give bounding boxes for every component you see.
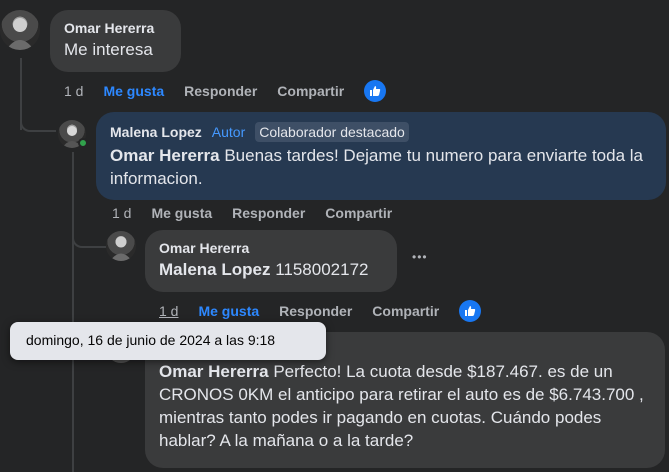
comment-time[interactable]: 1 d <box>64 83 83 99</box>
comment-text: Omar Hererra Buenas tardes! Dejame tu nu… <box>110 144 652 190</box>
avatar[interactable] <box>0 10 40 50</box>
thread-curve-2 <box>72 226 106 248</box>
comment-actions: 1 d Me gusta Responder Compartir <box>64 80 387 102</box>
mention[interactable]: Omar Hererra <box>159 362 269 381</box>
share-button[interactable]: Compartir <box>325 205 392 221</box>
thread-curve-1 <box>20 110 56 132</box>
share-button[interactable]: Compartir <box>277 83 344 99</box>
comment-actions: 1 d Me gusta Responder Compartir <box>159 300 482 322</box>
more-options-icon[interactable]: ••• <box>412 250 428 264</box>
comment-bubble-highlight: Malena Lopez Autor Colaborador destacado… <box>96 112 666 200</box>
comment-author[interactable]: Malena Lopez <box>110 124 202 140</box>
reply-button[interactable]: Responder <box>232 205 305 221</box>
share-button[interactable]: Compartir <box>372 303 439 319</box>
author-badge: Autor <box>211 124 246 140</box>
mention[interactable]: Malena Lopez <box>159 260 270 279</box>
comment-bubble: Omar Hererra Malena Lopez 1158002172 <box>145 230 397 292</box>
comment-text: Omar Hererra Perfecto! La cuota desde $1… <box>159 360 651 452</box>
like-thumb-icon[interactable] <box>459 300 482 322</box>
comment-text: Me interesa <box>64 40 153 59</box>
like-button[interactable]: Me gusta <box>198 303 259 319</box>
comment-author[interactable]: Omar Hererra <box>159 240 383 256</box>
comment-header: Malena Lopez Autor Colaborador destacado <box>110 122 652 142</box>
avatar[interactable] <box>106 231 136 261</box>
reply-button[interactable]: Responder <box>184 83 257 99</box>
like-button[interactable]: Me gusta <box>103 83 164 99</box>
top-contributor-badge: Colaborador destacado <box>255 122 409 142</box>
comment-time[interactable]: 1 d <box>159 303 178 319</box>
online-status-dot <box>78 138 88 148</box>
comment-text: Malena Lopez 1158002172 <box>159 258 383 281</box>
comment-actions: 1 d Me gusta Responder Compartir <box>112 205 412 221</box>
comment-author[interactable]: Omar Hererra <box>64 20 167 36</box>
thread-line-secondary <box>72 152 74 472</box>
mention[interactable]: Omar Hererra <box>110 146 220 165</box>
reply-button[interactable]: Responder <box>279 303 352 319</box>
like-thumb-icon[interactable] <box>364 80 387 102</box>
like-button[interactable]: Me gusta <box>151 205 212 221</box>
comment-bubble: Omar Hererra Me interesa <box>50 10 181 72</box>
comment-body: 1158002172 <box>270 260 369 279</box>
timestamp-tooltip: domingo, 16 de junio de 2024 a las 9:18 <box>10 322 326 360</box>
comment-time[interactable]: 1 d <box>112 205 131 221</box>
